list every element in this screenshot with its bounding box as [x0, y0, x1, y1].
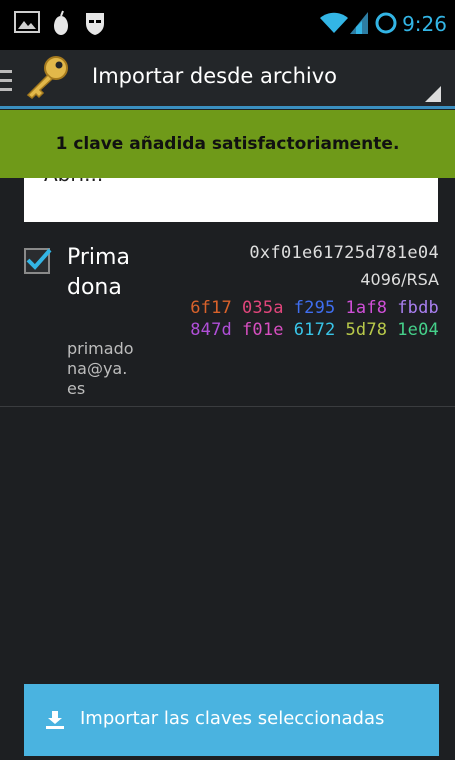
- download-icon: [46, 711, 64, 732]
- key-id: 0xf01e61725d781e04: [249, 243, 439, 263]
- status-time: 9:26: [402, 12, 447, 36]
- key-algorithm: 4096/RSA: [360, 270, 439, 289]
- signal-icon: [350, 12, 368, 38]
- toast-message: 1 clave añadida satisfactoriamente.: [55, 134, 400, 154]
- fingerprint-block: 5d78: [345, 320, 388, 340]
- key-checkbox[interactable]: [24, 248, 52, 274]
- status-bar: 9:26: [0, 0, 455, 50]
- pear-notification-icon: [50, 10, 72, 40]
- import-button-label: Importar las claves seleccionadas: [80, 708, 385, 729]
- key-user-name: Primadona: [67, 245, 130, 300]
- spinner-indicator-icon[interactable]: [425, 86, 441, 102]
- fingerprint-row-2: 847d f01e 6172 5d78 1e04: [190, 320, 439, 340]
- fingerprint-block: 6172: [293, 320, 336, 340]
- fingerprint-row-1: 6f17 035a f295 1af8 fbdb: [190, 298, 439, 318]
- wifi-icon: [320, 12, 348, 38]
- gallery-notification-icon: [14, 10, 40, 38]
- fingerprint-block: 847d: [190, 320, 232, 340]
- fingerprint-block: 6f17: [190, 298, 232, 318]
- checkmark-icon: [26, 248, 52, 270]
- import-selected-keys-button[interactable]: Importar las claves seleccionadas: [24, 684, 439, 756]
- drawer-menu-icon[interactable]: [0, 68, 14, 98]
- fingerprint-block: fbdb: [397, 298, 439, 318]
- list-divider: [0, 406, 455, 407]
- success-toast: 1 clave añadida satisfactoriamente.: [0, 110, 455, 178]
- page-title: Importar desde archivo: [92, 64, 337, 88]
- fingerprint-block: 1af8: [345, 298, 388, 318]
- fingerprint-block: f295: [293, 298, 336, 318]
- fingerprint-block: 035a: [242, 298, 284, 318]
- mask-notification-icon: [84, 10, 106, 40]
- fingerprint-block: 1e04: [397, 320, 439, 340]
- fingerprint-block: f01e: [242, 320, 284, 340]
- key-user-email: primadona@ya.es: [67, 339, 134, 398]
- battery-ring-icon: [375, 12, 397, 38]
- app-key-icon[interactable]: [22, 55, 70, 103]
